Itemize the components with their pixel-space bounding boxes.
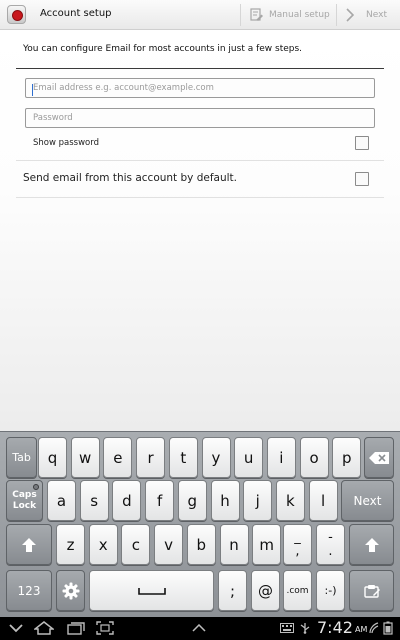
- underscore-comma-key[interactable]: _ ,: [283, 524, 312, 565]
- action-bar-divider: [240, 4, 241, 26]
- key-g[interactable]: g: [177, 480, 207, 521]
- battery-icon: [383, 621, 393, 635]
- key-n[interactable]: n: [219, 524, 249, 565]
- show-password-label: Show password: [33, 138, 99, 148]
- smiley-key[interactable]: :-): [316, 570, 345, 611]
- status-ampm: AM: [355, 625, 368, 634]
- key-a[interactable]: a: [47, 480, 76, 521]
- key-o[interactable]: o: [299, 437, 329, 478]
- key-h[interactable]: h: [210, 480, 240, 521]
- shift-icon: [364, 537, 379, 552]
- key-u[interactable]: u: [234, 437, 264, 478]
- key-y[interactable]: y: [201, 437, 231, 478]
- backspace-icon: [369, 451, 389, 464]
- account-setup-form: You can configure Email for most account…: [0, 31, 400, 431]
- dotcom-key[interactable]: .com: [283, 570, 312, 611]
- password-input[interactable]: [25, 108, 375, 128]
- row-divider: [16, 197, 384, 198]
- default-account-checkbox[interactable]: [355, 172, 369, 186]
- key-z[interactable]: z: [56, 524, 85, 565]
- numbers-key[interactable]: 123: [6, 570, 52, 611]
- default-account-label: Send email from this account by default.: [23, 172, 238, 184]
- action-bar: Account setup Manual setup Next: [0, 0, 400, 30]
- system-navigation-bar: 7:42 AM: [0, 617, 400, 640]
- manual-setup-label: Manual setup: [269, 10, 330, 20]
- caps-lock-indicator: [33, 484, 39, 490]
- key-f[interactable]: f: [145, 480, 175, 521]
- next-key[interactable]: Next: [341, 480, 394, 521]
- shift-key-right[interactable]: [349, 524, 394, 565]
- key-b[interactable]: b: [186, 524, 216, 565]
- intro-divider: [16, 68, 384, 69]
- recent-apps-icon[interactable]: [66, 621, 86, 635]
- manual-setup-icon: [250, 8, 263, 21]
- keyboard-status-icon: [280, 623, 294, 633]
- key-w[interactable]: w: [70, 437, 100, 478]
- chevron-right-icon: [346, 8, 354, 22]
- dash-period-key[interactable]: - .: [316, 524, 345, 565]
- key-l[interactable]: l: [308, 480, 338, 521]
- clipboard-icon: [363, 584, 380, 598]
- row-divider: [16, 160, 384, 161]
- key-t[interactable]: t: [168, 437, 198, 478]
- key-m[interactable]: m: [252, 524, 282, 565]
- caps-lock-label-top: Caps: [12, 489, 37, 500]
- key-k[interactable]: k: [275, 480, 305, 521]
- intro-text: You can configure Email for most account…: [23, 44, 303, 54]
- key-v[interactable]: v: [154, 524, 184, 565]
- status-clock: 7:42: [317, 618, 353, 637]
- underscore-label: _: [294, 529, 301, 545]
- email-app-icon[interactable]: [7, 5, 26, 24]
- on-screen-keyboard: Tab qwertyuiop Caps Lock asdfghjkl Next …: [0, 431, 400, 617]
- text-caret: [32, 84, 33, 96]
- usb-icon: [300, 623, 310, 634]
- next-label: Next: [366, 10, 387, 20]
- key-x[interactable]: x: [88, 524, 118, 565]
- key-r[interactable]: r: [136, 437, 166, 478]
- show-password-checkbox[interactable]: [355, 136, 369, 150]
- shift-key-left[interactable]: [6, 524, 52, 565]
- key-q[interactable]: q: [38, 437, 67, 478]
- period-label: .: [328, 543, 333, 559]
- key-s[interactable]: s: [79, 480, 109, 521]
- key-i[interactable]: i: [266, 437, 296, 478]
- key-j[interactable]: j: [243, 480, 273, 521]
- space-icon: [137, 587, 166, 595]
- key-e[interactable]: e: [103, 437, 133, 478]
- gear-icon: [62, 582, 79, 599]
- shift-icon: [22, 537, 36, 552]
- menu-up-icon[interactable]: [192, 624, 206, 632]
- action-bar-divider: [336, 4, 337, 26]
- key-d[interactable]: d: [112, 480, 142, 521]
- tab-key[interactable]: Tab: [6, 437, 37, 478]
- backspace-key[interactable]: [364, 437, 394, 478]
- at-key[interactable]: @: [251, 570, 280, 611]
- semicolon-key[interactable]: ;: [218, 570, 247, 611]
- hide-keyboard-icon[interactable]: [8, 621, 24, 635]
- email-input[interactable]: [25, 78, 375, 98]
- action-bar-title: Account setup: [40, 8, 112, 19]
- key-c[interactable]: c: [121, 524, 151, 565]
- next-button[interactable]: Next: [346, 4, 387, 26]
- caps-lock-key[interactable]: Caps Lock: [6, 480, 43, 521]
- signal-icon: [369, 622, 379, 634]
- screenshot-icon[interactable]: [96, 621, 114, 635]
- caps-lock-label-bottom: Lock: [12, 500, 37, 511]
- key-p[interactable]: p: [332, 437, 362, 478]
- clipboard-key[interactable]: [349, 570, 394, 611]
- manual-setup-button[interactable]: Manual setup: [250, 4, 330, 26]
- comma-label: ,: [295, 543, 300, 559]
- dash-label: -: [328, 529, 333, 545]
- space-key[interactable]: [89, 570, 214, 611]
- keyboard-settings-key[interactable]: [56, 570, 85, 611]
- home-icon[interactable]: [34, 621, 54, 635]
